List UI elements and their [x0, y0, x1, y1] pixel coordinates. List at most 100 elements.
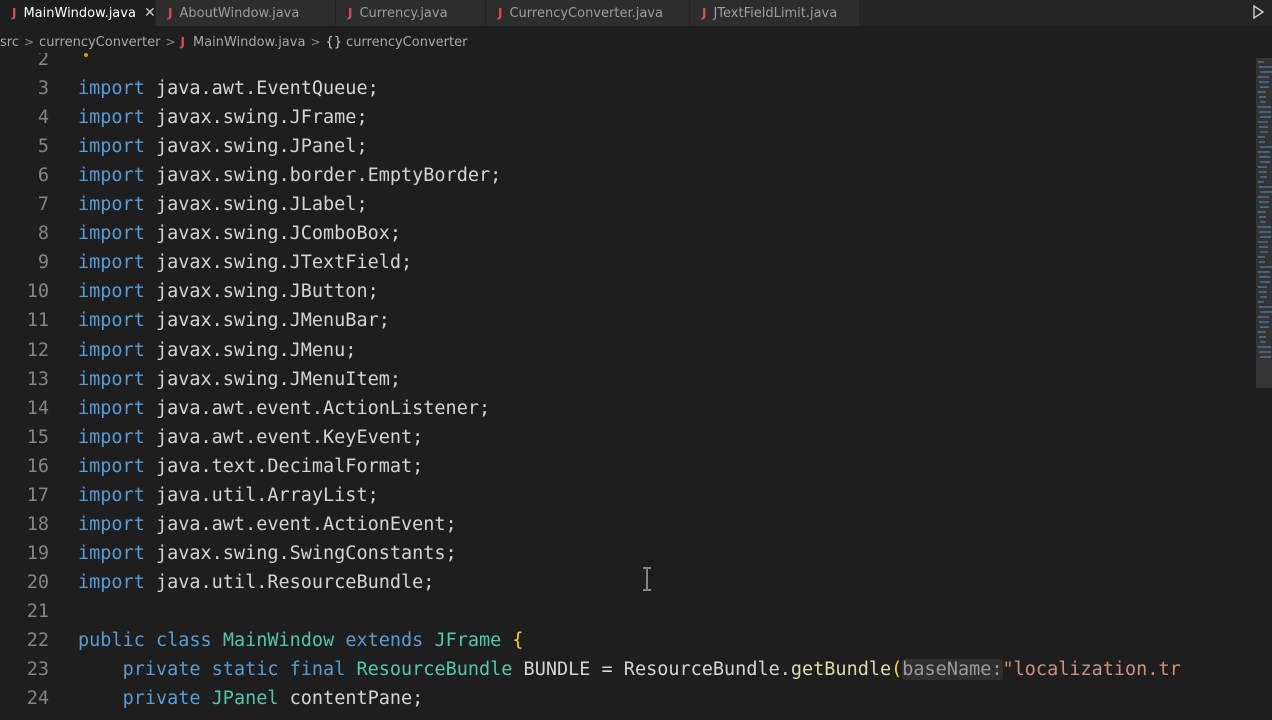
code-text: import java.util.ResourceBundle; — [78, 572, 434, 593]
code-line[interactable]: 17 import java.util.ArrayList; — [0, 481, 1254, 510]
line-number: 2 — [37, 53, 49, 70]
breadcrumb-label: MainWindow.java — [192, 34, 306, 50]
minimap-line — [1259, 111, 1271, 113]
code-token: java.awt.event.ActionListener; — [144, 397, 491, 419]
minimap-line — [1258, 256, 1265, 258]
code-line[interactable]: 13 import javax.swing.JMenuItem; — [0, 365, 1254, 394]
code-token: public — [78, 630, 145, 651]
minimap-line — [1260, 251, 1268, 253]
minimap-line — [1259, 216, 1266, 218]
code-line[interactable]: 10 import javax.swing.JButton; — [0, 277, 1254, 306]
code-token: import — [78, 223, 145, 245]
tab-aboutwindow[interactable]: J AboutWindow.java — [156, 0, 336, 26]
java-file-icon: J — [12, 6, 17, 20]
java-file-icon: J — [168, 6, 173, 20]
code-line[interactable]: 12 import javax.swing.JMenu; — [0, 336, 1254, 365]
code-token: { — [512, 630, 524, 651]
code-line[interactable]: 22 public class MainWindow extends JFrame… — [0, 626, 1254, 655]
code-token: import — [78, 484, 145, 506]
line-number: 16 — [26, 455, 49, 477]
minimap-line — [1258, 106, 1271, 108]
minimap-line — [1259, 81, 1269, 83]
minimap-line — [1258, 76, 1269, 78]
code-token: class — [155, 630, 212, 651]
code-line[interactable]: 2 — [0, 53, 1254, 74]
tab-label: MainWindow.java — [23, 5, 136, 21]
code-token: extends — [345, 630, 424, 651]
line-number: 17 — [26, 484, 49, 506]
close-icon[interactable]: ✕ — [144, 5, 156, 21]
code-line[interactable]: 24 private JPanel contentPane; — [0, 684, 1254, 713]
code-line[interactable]: 7 import javax.swing.JLabel; — [0, 190, 1254, 219]
tab-currency[interactable]: J Currency.java — [336, 0, 486, 26]
parameter-hint: baseName: — [902, 659, 1003, 681]
line-number: 8 — [37, 223, 49, 245]
minimap-scrollbar[interactable] — [1254, 53, 1272, 720]
code-line[interactable]: 9 import javax.swing.JTextField; — [0, 248, 1254, 277]
code-line[interactable]: 21 — [0, 597, 1254, 626]
tab-mainwindow[interactable]: J MainWindow.java ✕ — [0, 0, 156, 26]
editor-tab-bar: J MainWindow.java ✕ J AboutWindow.java J Curre… — [0, 0, 1272, 26]
line-number: 24 — [26, 688, 49, 710]
code-line[interactable]: 16 import java.text.DecimalFormat; — [0, 452, 1254, 481]
code-line[interactable]: 11 import javax.swing.JMenuBar; — [0, 306, 1254, 335]
code-line[interactable]: 4 import javax.swing.JFrame; — [0, 103, 1254, 132]
breadcrumb-separator: > — [310, 35, 321, 49]
code-editor[interactable]: 2 3 import java.awt.EventQueue; 4 import jav… — [0, 53, 1254, 720]
line-number: 23 — [26, 659, 49, 681]
breadcrumb-separator: > — [165, 35, 176, 49]
minimap-line — [1259, 336, 1266, 338]
line-number: 7 — [37, 194, 49, 216]
breadcrumb-package[interactable]: currencyConverter — [39, 35, 160, 50]
breadcrumb-symbol[interactable]: {} currencyConverter — [326, 35, 468, 50]
code-token: import — [78, 136, 145, 158]
code-token: import — [78, 426, 145, 448]
minimap-line — [1260, 326, 1269, 328]
line-number: 19 — [26, 542, 49, 564]
code-text: import javax.swing.JTextField; — [78, 252, 412, 273]
run-icon[interactable] — [1250, 4, 1266, 20]
code-text: import java.util.ArrayList; — [78, 485, 379, 506]
breadcrumb-file[interactable]: J MainWindow.java — [181, 35, 306, 50]
code-token: static — [211, 659, 279, 681]
code-line[interactable]: 15 import java.awt.event.KeyEvent; — [0, 423, 1254, 452]
code-line[interactable]: 8 import javax.swing.JComboBox; — [0, 219, 1254, 248]
code-line[interactable]: 18 import java.awt.event.ActionEvent; — [0, 510, 1254, 539]
code-line[interactable]: 6 import javax.swing.border.EmptyBorder; — [0, 161, 1254, 190]
code-token: javax.swing.JComboBox; — [144, 223, 402, 245]
minimap-line — [1259, 126, 1268, 128]
tab-jtextfieldlimit[interactable]: J JTextFieldLimit.java — [690, 0, 860, 26]
minimap-line — [1259, 201, 1269, 203]
breadcrumb-src[interactable]: src — [0, 35, 19, 50]
line-number: 15 — [26, 426, 49, 448]
code-text: import java.awt.EventQueue; — [78, 78, 379, 99]
code-text: private static final ResourceBundle BUND… — [78, 659, 1181, 681]
code-text: import javax.swing.JMenu; — [78, 340, 356, 361]
minimap-line — [1258, 286, 1267, 288]
code-line[interactable]: 23 private static final ResourceBundle B… — [0, 655, 1254, 684]
code-line[interactable]: 20 import java.util.ResourceBundle; — [0, 568, 1254, 597]
tab-currencyconverter[interactable]: J CurrencyConverter.java — [486, 0, 690, 26]
minimap-line — [1259, 321, 1269, 323]
line-number: 13 — [26, 368, 49, 390]
breadcrumb-label: currencyConverter — [346, 34, 468, 50]
code-line[interactable]: 3 import java.awt.EventQueue; — [0, 74, 1254, 103]
code-token: javax.swing.JLabel; — [144, 194, 368, 216]
code-line[interactable]: 5 import javax.swing.JPanel; — [0, 132, 1254, 161]
code-line[interactable]: 19 import javax.swing.SwingConstants; — [0, 539, 1254, 568]
minimap-line — [1258, 271, 1270, 273]
code-line[interactable]: 14 import java.awt.event.ActionListener; — [0, 394, 1254, 423]
code-token: java.util.ArrayList; — [144, 484, 379, 506]
code-token: import — [78, 513, 145, 535]
code-text: import java.awt.event.KeyEvent; — [78, 427, 423, 448]
minimap-line — [1260, 266, 1272, 268]
code-text: import javax.swing.JPanel; — [78, 136, 368, 157]
code-token: javax.swing.JPanel; — [144, 136, 368, 158]
line-number: 6 — [37, 165, 49, 187]
minimap-line — [1259, 96, 1266, 98]
